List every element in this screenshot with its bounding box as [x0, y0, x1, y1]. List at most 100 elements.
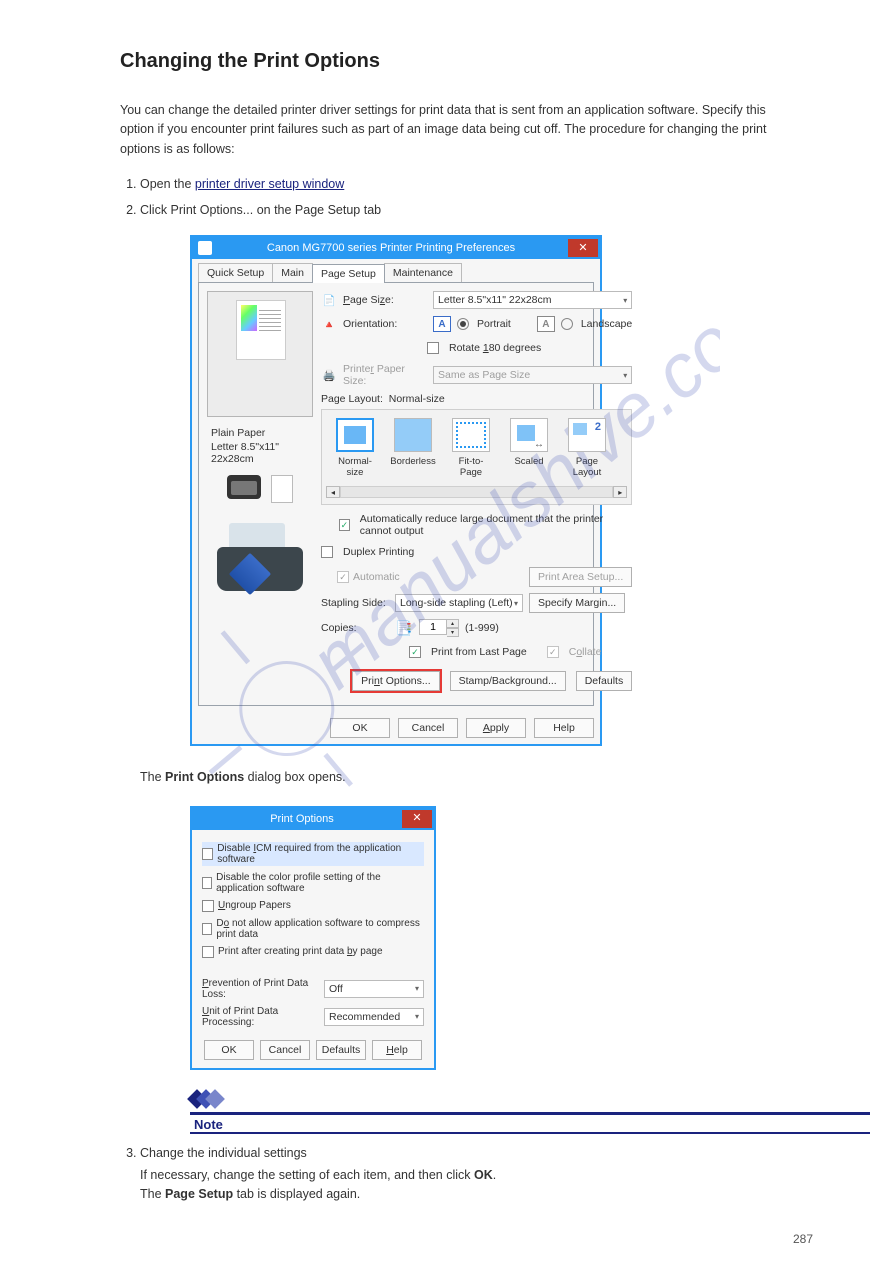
portrait-radio[interactable]: [457, 318, 469, 330]
step-1-text: Open the: [140, 177, 195, 191]
option-label: Disable ICM required from the applicatio…: [217, 843, 424, 865]
ok-button[interactable]: OK: [204, 1040, 254, 1060]
title-bar[interactable]: Print Options ✕: [192, 808, 434, 830]
checkbox[interactable]: [202, 848, 213, 860]
page-layout-label: Page Layout: Normal-size: [321, 393, 632, 405]
landscape-thumb: A: [537, 316, 555, 332]
layout-scaled[interactable]: Scaled: [506, 418, 552, 478]
automatic-checkbox: [337, 571, 349, 583]
print-from-last-label: Print from Last Page: [431, 646, 527, 658]
page-layout-panel: Normal-size Borderless Fit-to-Page Scale…: [321, 409, 632, 505]
option-print-after-creating[interactable]: Print after creating print data by page: [202, 946, 424, 958]
print-from-last-checkbox[interactable]: [409, 646, 421, 658]
preview-image: [207, 291, 313, 417]
copies-range: (1-999): [465, 622, 499, 634]
help-button[interactable]: Help: [372, 1040, 422, 1060]
step-1: Open the printer driver setup window: [140, 177, 823, 191]
layout-fit-to-page[interactable]: Fit-to-Page: [448, 418, 494, 478]
tab-maintenance[interactable]: Maintenance: [384, 263, 462, 282]
prevent-data-loss-row: Prevention of Print Data Loss: Off ▾: [202, 978, 424, 1000]
copies-spinner[interactable]: ▴▾: [419, 619, 459, 637]
apply-button[interactable]: Apply: [466, 718, 526, 738]
help-button[interactable]: Help: [534, 718, 594, 738]
chevron-down-icon: ▾: [623, 296, 627, 305]
page-size-select[interactable]: Letter 8.5"x11" 22x28cm ▾: [433, 291, 632, 309]
prevent-data-loss-select[interactable]: Off ▾: [324, 980, 424, 998]
tab-quick-setup[interactable]: Quick Setup: [198, 263, 273, 282]
stapling-value: Long-side stapling (Left): [400, 597, 513, 609]
defaults-button[interactable]: Defaults: [576, 671, 633, 691]
orientation-icon: 🔺: [321, 318, 337, 331]
scroll-right-icon[interactable]: ▸: [613, 486, 627, 498]
stapling-label: Stapling Side:: [321, 597, 389, 609]
option-label: Print after creating print data by page: [218, 946, 383, 957]
preferences-dialog-screenshot: Canon MG7700 series Printer Printing Pre…: [190, 235, 823, 746]
collate-checkbox: [547, 646, 559, 658]
layout-normal-size[interactable]: Normal-size: [332, 418, 378, 478]
specify-margin-button[interactable]: Specify Margin...: [529, 593, 625, 613]
scroll-left-icon[interactable]: ◂: [326, 486, 340, 498]
step-3-title: Change the individual settings: [140, 1146, 307, 1160]
option-disable-color-profile[interactable]: Disable the color profile setting of the…: [202, 872, 424, 894]
printer-paper-size-label: Printer Paper Size:: [343, 363, 427, 387]
note-arrows-icon: [190, 1092, 823, 1110]
printer-paper-size-select: Same as Page Size ▾: [433, 366, 632, 384]
page-number: 287: [793, 1232, 813, 1246]
page-icon[interactable]: [271, 475, 293, 503]
layout-borderless[interactable]: Borderless: [390, 418, 436, 478]
layout-page-layout[interactable]: Page Layout: [564, 418, 610, 478]
layout-scrollbar[interactable]: ◂ ▸: [326, 486, 627, 498]
collate-label: Collate: [569, 646, 602, 658]
auto-reduce-checkbox[interactable]: [339, 519, 350, 531]
close-icon[interactable]: ✕: [402, 810, 432, 828]
duplex-checkbox[interactable]: [321, 546, 333, 558]
page-icon-small: 📄: [321, 294, 337, 307]
unit-processing-select[interactable]: Recommended ▾: [324, 1008, 424, 1026]
stamp-background-button[interactable]: Stamp/Background...: [450, 671, 566, 691]
checkbox[interactable]: [202, 877, 212, 889]
printer-icon[interactable]: [227, 475, 261, 499]
option-ungroup-papers[interactable]: Ungroup Papers: [202, 900, 424, 912]
page-title: Changing the Print Options: [120, 50, 823, 73]
dialog-body: Disable ICM required from the applicatio…: [192, 830, 434, 1068]
checkbox[interactable]: [202, 923, 212, 935]
auto-reduce-label: Automatically reduce large document that…: [360, 513, 632, 537]
landscape-radio[interactable]: [561, 318, 573, 330]
copies-input[interactable]: [419, 619, 447, 635]
landscape-label: Landscape: [581, 318, 632, 330]
printer-driver-setup-link[interactable]: printer driver setup window: [195, 177, 344, 191]
copies-icon: 📑: [395, 620, 413, 637]
option-disable-icm[interactable]: Disable ICM required from the applicatio…: [202, 842, 424, 866]
rotate-180-checkbox[interactable]: [427, 342, 439, 354]
tab-main[interactable]: Main: [272, 263, 313, 282]
rotate-180-label: Rotate 180 degrees: [449, 342, 541, 354]
unit-processing-row: Unit of Print Data Processing: Recommend…: [202, 1006, 424, 1028]
defaults-button[interactable]: Defaults: [316, 1040, 366, 1060]
ok-button[interactable]: OK: [330, 718, 390, 738]
title-bar[interactable]: Canon MG7700 series Printer Printing Pre…: [192, 237, 600, 259]
cancel-button[interactable]: Cancel: [398, 718, 458, 738]
spin-down-icon[interactable]: ▾: [447, 628, 459, 637]
option-label: Disable the color profile setting of the…: [216, 872, 424, 894]
preview-media: Plain Paper: [207, 417, 313, 439]
spin-up-icon[interactable]: ▴: [447, 619, 459, 628]
step-3: Change the individual settings If necess…: [140, 1146, 823, 1205]
chevron-down-icon: ▾: [514, 599, 518, 608]
cancel-button[interactable]: Cancel: [260, 1040, 310, 1060]
checkbox[interactable]: [202, 946, 214, 958]
print-options-button[interactable]: Print Options...: [352, 671, 439, 691]
tab-page-setup[interactable]: Page Setup: [312, 264, 385, 283]
title-text: Print Options: [206, 813, 398, 825]
option-label: Do not allow application software to com…: [216, 918, 424, 940]
step-2-body: The Print Options dialog box opens.: [140, 768, 823, 787]
copies-label: Copies:: [321, 622, 389, 634]
chevron-down-icon: ▾: [415, 1012, 419, 1021]
option-no-compress[interactable]: Do not allow application software to com…: [202, 918, 424, 940]
page-size-value: Letter 8.5"x11" 22x28cm: [438, 294, 552, 306]
checkbox[interactable]: [202, 900, 214, 912]
dialog-footer: OK Cancel Apply Help: [192, 712, 600, 744]
dialog-footer: OK Cancel Defaults Help: [202, 1034, 424, 1060]
printer-paper-icon: 🖨️: [321, 369, 337, 382]
stapling-select[interactable]: Long-side stapling (Left) ▾: [395, 594, 523, 612]
close-icon[interactable]: ✕: [568, 239, 598, 257]
